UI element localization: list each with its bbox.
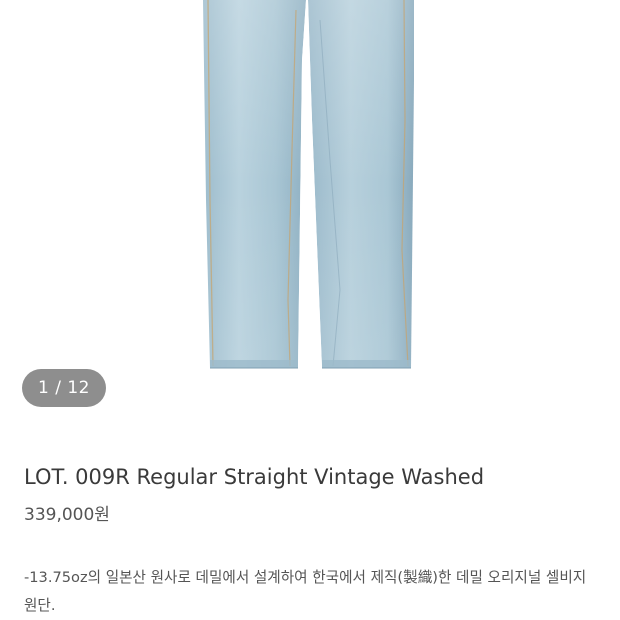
product-description: -13.75oz의 일본산 원사로 데밀에서 설계하여 한국에서 제직(製織)한…	[24, 569, 587, 614]
image-counter-badge: 1 / 12	[22, 369, 106, 407]
product-page: 1 / 12 LOT. 009R Regular Straight Vintag…	[0, 0, 620, 620]
jeans-image	[203, 0, 414, 369]
product-image-gallery[interactable]: 1 / 12	[0, 0, 620, 420]
image-counter-text: 1 / 12	[38, 378, 90, 398]
product-title: LOT. 009R Regular Straight Vintage Washe…	[24, 465, 485, 489]
product-price: 339,000원	[24, 505, 110, 525]
product-info: LOT. 009R Regular Straight Vintage Washe…	[24, 462, 600, 528]
